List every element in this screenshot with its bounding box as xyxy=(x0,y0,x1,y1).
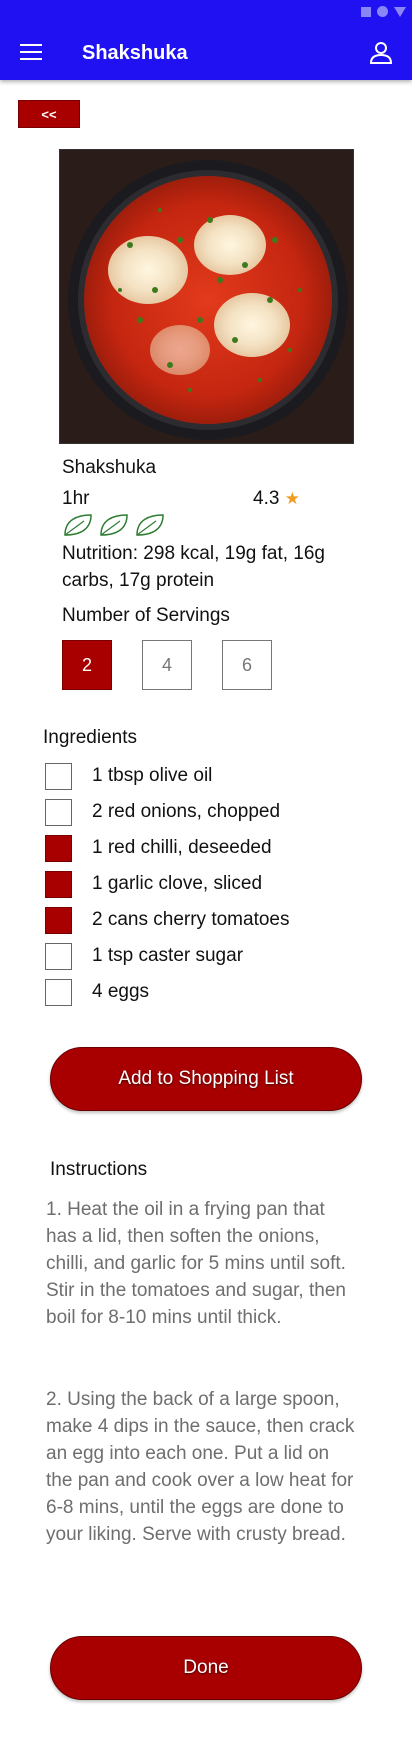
instructions-heading: Instructions xyxy=(50,1159,148,1180)
ingredients-heading: Ingredients xyxy=(43,727,138,748)
profile-icon[interactable] xyxy=(368,40,394,66)
back-button[interactable]: << xyxy=(18,100,80,128)
serving-option-4[interactable]: 4 xyxy=(142,640,192,690)
star-icon: ★ xyxy=(284,489,300,508)
ingredient-row: 2 red onions, chopped xyxy=(45,794,289,830)
add-to-shopping-list-button[interactable]: Add to Shopping List xyxy=(50,1047,362,1111)
recipe-name: Shakshuka xyxy=(62,457,157,478)
serving-option-6[interactable]: 6 xyxy=(222,640,272,690)
ingredient-checkbox[interactable] xyxy=(45,762,72,790)
ingredient-text: 1 tbsp olive oil xyxy=(92,765,213,786)
ingredient-row: 2 cans cherry tomatoes xyxy=(45,902,289,938)
ingredient-text: 1 garlic clove, sliced xyxy=(92,873,263,894)
ingredient-checkbox[interactable] xyxy=(45,942,72,970)
ingredient-row: 1 tsp caster sugar xyxy=(45,938,289,974)
ingredient-text: 1 tsp caster sugar xyxy=(92,945,244,966)
ingredient-checkbox[interactable] xyxy=(45,834,72,862)
vegetarian-leaves xyxy=(62,512,166,538)
ingredient-text: 1 red chilli, deseeded xyxy=(92,837,272,858)
nutrition-info: Nutrition: 298 kcal, 19g fat, 16g carbs,… xyxy=(62,543,325,591)
ingredient-row: 1 tbsp olive oil xyxy=(45,758,289,794)
leaf-icon xyxy=(136,514,164,536)
ingredient-checkbox[interactable] xyxy=(45,906,72,934)
instruction-step: 1. Heat the oil in a frying pan that has… xyxy=(46,1199,346,1328)
instruction-step: 2. Using the back of a large spoon, make… xyxy=(46,1389,355,1545)
status-icons xyxy=(361,6,406,17)
cook-time: 1hr xyxy=(62,488,90,509)
app-title: Shakshuka xyxy=(82,42,188,64)
leaf-icon xyxy=(100,514,128,536)
status-circle-icon xyxy=(377,6,388,17)
serving-option-2[interactable]: 2 xyxy=(62,640,112,690)
servings-label: Number of Servings xyxy=(62,605,230,626)
menu-icon[interactable] xyxy=(20,44,44,60)
ingredient-checkbox[interactable] xyxy=(45,978,72,1006)
ingredients-list: 1 tbsp olive oil 2 red onions, chopped 1… xyxy=(45,758,289,1010)
leaf-icon xyxy=(64,514,92,536)
ingredient-row: 1 red chilli, deseeded xyxy=(45,830,289,866)
ingredient-row: 4 eggs xyxy=(45,974,289,1010)
rating: 4.3 ★ xyxy=(253,488,300,510)
app-bar: Shakshuka xyxy=(0,0,412,80)
recipe-image xyxy=(59,149,354,444)
ingredient-row: 1 garlic clove, sliced xyxy=(45,866,289,902)
ingredient-text: 2 red onions, chopped xyxy=(92,801,281,822)
status-triangle-icon xyxy=(394,6,406,17)
rating-value: 4.3 xyxy=(253,488,280,509)
ingredient-text: 2 cans cherry tomatoes xyxy=(92,909,290,930)
ingredient-checkbox[interactable] xyxy=(45,870,72,898)
shakshuka-pan-illustration xyxy=(60,150,353,443)
done-button[interactable]: Done xyxy=(50,1636,362,1700)
ingredient-checkbox[interactable] xyxy=(45,798,72,826)
ingredient-text: 4 eggs xyxy=(92,981,150,1002)
status-square-icon xyxy=(361,6,371,17)
